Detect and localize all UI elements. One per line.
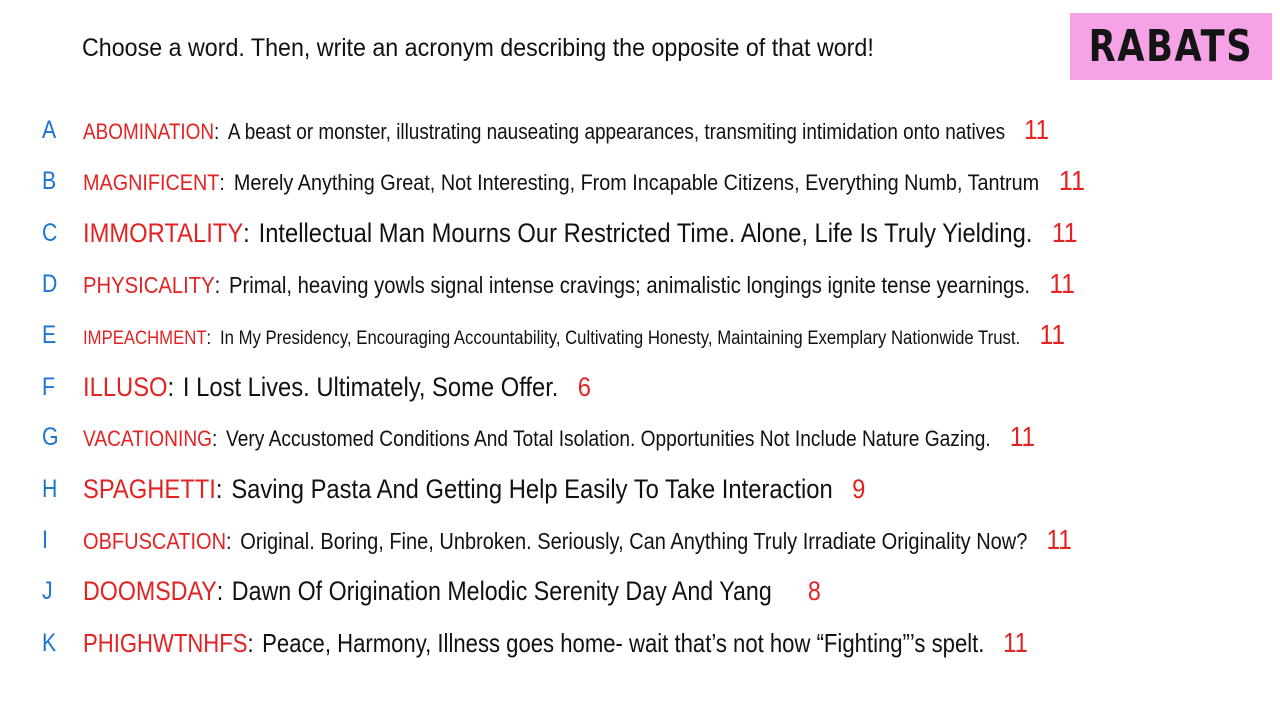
entry-word: IMPEACHMENT (83, 328, 207, 349)
instruction-text: Choose a word. Then, write an acronym de… (82, 34, 874, 62)
row-letter: F (42, 372, 55, 401)
entry-word: ILLUSO (83, 371, 168, 402)
entry-word: MAGNIFICENT (83, 170, 220, 195)
entry-definition: Dawn Of Origination Melodic Serenity Day… (231, 575, 772, 606)
row-letter: E (42, 320, 57, 349)
entry-word: VACATIONING (83, 426, 213, 451)
list-item: C IMMORTALITY: Intellectual Man Mourns O… (42, 217, 1078, 248)
rabats-badge-label: RABATS (1088, 21, 1254, 72)
list-item: K PHIGHWTNHFS: Peace, Harmony, Illness g… (42, 627, 1028, 658)
row-letter: K (42, 628, 57, 657)
entry-count: 11 (1051, 217, 1078, 248)
entry-word: DOOMSDAY (83, 575, 217, 606)
list-item: I OBFUSCATION: Original. Boring, Fine, U… (42, 524, 1072, 555)
row-letter: B (42, 166, 57, 195)
entry-definition: Original. Boring, Fine, Unbroken. Seriou… (240, 528, 1028, 554)
list-item: H SPAGHETTI: Saving Pasta And Getting He… (42, 473, 866, 504)
entry-definition: I Lost Lives. Ultimately, Some Offer. (182, 371, 559, 402)
list-item: G VACATIONING: Very Accustomed Condition… (42, 421, 1036, 452)
entry-definition: Primal, heaving yowls signal intense cra… (229, 272, 1031, 298)
list-item: D PHYSICALITY: Primal, heaving yowls sig… (42, 268, 1075, 299)
entry-count: 11 (1003, 627, 1028, 658)
list-item: B MAGNIFICENT: Merely Anything Great, No… (42, 165, 1086, 196)
entry-definition: In My Presidency, Encouraging Accountabi… (220, 328, 1021, 349)
row-letter: I (42, 525, 48, 554)
list-item: F ILLUSO: I Lost Lives. Ultimately, Some… (42, 371, 591, 402)
row-letter: H (42, 474, 58, 503)
row-letter: C (42, 218, 58, 247)
entry-count: 9 (852, 473, 866, 504)
entry-count: 11 (1039, 319, 1066, 350)
entry-definition: Peace, Harmony, Illness goes home- wait … (262, 628, 985, 658)
row-letter: G (42, 422, 59, 451)
entry-definition: Merely Anything Great, Not Interesting, … (233, 170, 1040, 195)
list-item: J DOOMSDAY: Dawn Of Origination Melodic … (42, 575, 821, 606)
entry-count: 11 (1046, 524, 1072, 555)
entry-word: OBFUSCATION (83, 528, 227, 554)
list-item: A ABOMINATION: A beast or monster, illus… (42, 114, 1050, 145)
row-letter: J (42, 576, 53, 605)
entry-word: IMMORTALITY (83, 218, 244, 248)
entry-word: PHIGHWTNHFS (83, 628, 248, 658)
entry-definition: A beast or monster, illustrating nauseat… (227, 119, 1006, 144)
entry-count: 11 (1049, 268, 1075, 299)
rabats-badge: RABATS (1070, 13, 1272, 80)
entry-word: PHYSICALITY (83, 272, 215, 298)
entry-count: 8 (807, 575, 821, 606)
list-item: E IMPEACHMENT: In My Presidency, Encoura… (42, 319, 1066, 350)
entry-count: 11 (1024, 114, 1050, 145)
row-letter: D (42, 269, 58, 298)
entry-definition: Very Accustomed Conditions And Total Iso… (226, 426, 991, 451)
entry-word: SPAGHETTI (83, 473, 216, 504)
entry-count: 11 (1009, 421, 1036, 452)
entry-count: 6 (577, 371, 591, 402)
entry-definition: Intellectual Man Mourns Our Restricted T… (258, 218, 1033, 248)
entry-count: 11 (1058, 165, 1086, 196)
entry-word: ABOMINATION (83, 119, 215, 144)
row-letter: A (42, 115, 57, 144)
entry-definition: Saving Pasta And Getting Help Easily To … (231, 473, 833, 504)
